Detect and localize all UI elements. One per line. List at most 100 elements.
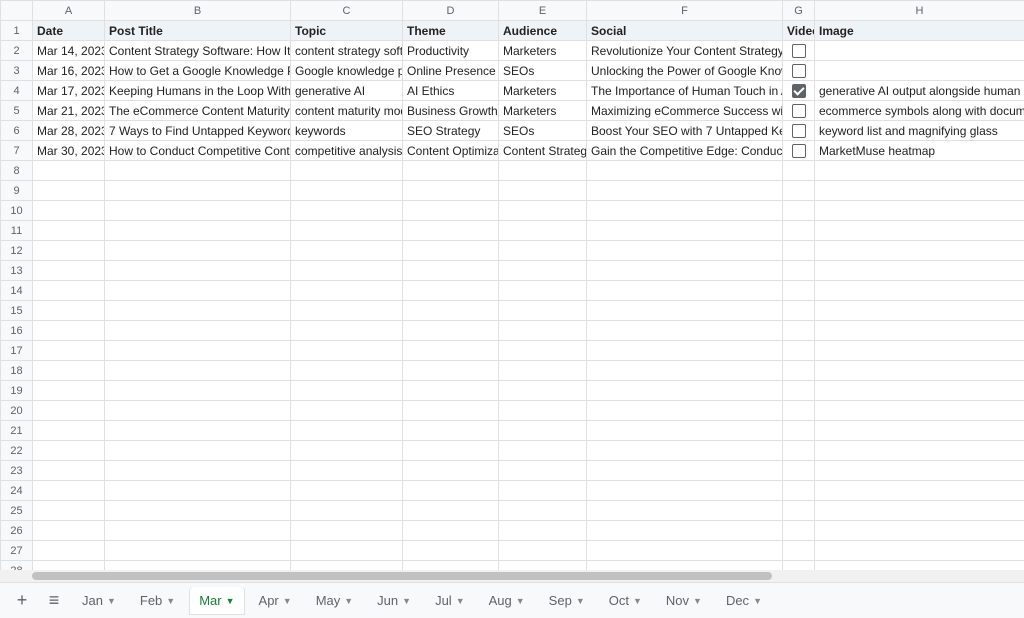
cell[interactable] (783, 361, 815, 381)
cell[interactable] (815, 261, 1024, 281)
cell[interactable] (783, 141, 815, 161)
cell[interactable]: Content Strategists (499, 141, 587, 161)
cell[interactable] (587, 221, 783, 241)
cell[interactable] (499, 481, 587, 501)
cell[interactable] (783, 201, 815, 221)
cell[interactable] (105, 381, 291, 401)
cell[interactable] (291, 181, 403, 201)
cell[interactable] (105, 221, 291, 241)
cell[interactable]: Image (815, 21, 1024, 41)
cell[interactable] (33, 341, 105, 361)
cell[interactable] (291, 241, 403, 261)
cell[interactable]: Business Growth (403, 101, 499, 121)
sheet-tab-nov[interactable]: Nov▼ (656, 587, 712, 615)
cell[interactable] (291, 441, 403, 461)
cell[interactable]: Mar 16, 2023 (33, 61, 105, 81)
cell[interactable] (499, 261, 587, 281)
cell[interactable] (783, 121, 815, 141)
cell[interactable] (499, 421, 587, 441)
cell[interactable] (403, 361, 499, 381)
cell[interactable] (815, 341, 1024, 361)
col-header-A[interactable]: A (33, 1, 105, 21)
cell[interactable] (783, 61, 815, 81)
cell[interactable] (815, 421, 1024, 441)
cell[interactable] (403, 161, 499, 181)
cell[interactable]: Revolutionize Your Content Strategy with… (587, 41, 783, 61)
cell[interactable]: Mar 14, 2023 (33, 41, 105, 61)
cell[interactable]: Maximizing eCommerce Success with the C (587, 101, 783, 121)
row-header[interactable]: 16 (1, 321, 33, 341)
checkbox-icon[interactable] (792, 84, 806, 98)
row-header[interactable]: 23 (1, 461, 33, 481)
cell[interactable]: ecommerce symbols along with document ic… (815, 101, 1024, 121)
cell[interactable] (105, 421, 291, 441)
cell[interactable] (403, 381, 499, 401)
sheet-tab-feb[interactable]: Feb▼ (130, 587, 185, 615)
cell[interactable] (499, 321, 587, 341)
cell[interactable]: Marketers (499, 41, 587, 61)
cell[interactable] (33, 181, 105, 201)
cell[interactable] (33, 241, 105, 261)
cell[interactable]: Topic (291, 21, 403, 41)
cell[interactable]: Mar 17, 2023 (33, 81, 105, 101)
cell[interactable] (783, 401, 815, 421)
all-sheets-button[interactable]: ≡ (40, 587, 68, 615)
cell[interactable] (783, 41, 815, 61)
row-header[interactable]: 13 (1, 261, 33, 281)
grid-area[interactable]: A B C D E F G H 1 Date Post Title Topic … (0, 0, 1024, 570)
cell[interactable] (499, 561, 587, 571)
row-header[interactable]: 28 (1, 561, 33, 571)
sheet-tab-may[interactable]: May▼ (306, 587, 363, 615)
cell[interactable]: Theme (403, 21, 499, 41)
sheet-tab-sep[interactable]: Sep▼ (539, 587, 595, 615)
cell[interactable] (815, 241, 1024, 261)
row-header[interactable]: 19 (1, 381, 33, 401)
cell[interactable]: How to Conduct Competitive Content Anal (105, 141, 291, 161)
row-header[interactable]: 27 (1, 541, 33, 561)
sheet-tab-aug[interactable]: Aug▼ (479, 587, 535, 615)
cell[interactable] (105, 561, 291, 571)
cell[interactable] (815, 361, 1024, 381)
cell[interactable] (587, 441, 783, 461)
cell[interactable] (403, 321, 499, 341)
cell[interactable] (783, 281, 815, 301)
cell[interactable] (783, 521, 815, 541)
cell[interactable] (587, 161, 783, 181)
cell[interactable] (33, 201, 105, 221)
cell[interactable] (815, 61, 1024, 81)
cell[interactable] (783, 341, 815, 361)
cell[interactable] (403, 281, 499, 301)
cell[interactable] (783, 241, 815, 261)
cell[interactable] (587, 361, 783, 381)
cell[interactable]: Video (783, 21, 815, 41)
col-header-G[interactable]: G (783, 1, 815, 21)
checkbox-icon[interactable] (792, 124, 806, 138)
cell[interactable] (499, 401, 587, 421)
row-header[interactable]: 2 (1, 41, 33, 61)
cell[interactable]: Audience (499, 21, 587, 41)
cell[interactable] (403, 541, 499, 561)
cell[interactable] (291, 381, 403, 401)
cell[interactable] (33, 481, 105, 501)
cell[interactable] (815, 221, 1024, 241)
cell[interactable] (587, 561, 783, 571)
cell[interactable] (33, 301, 105, 321)
row-header[interactable]: 5 (1, 101, 33, 121)
cell[interactable]: keywords (291, 121, 403, 141)
row-header[interactable]: 20 (1, 401, 33, 421)
checkbox-icon[interactable] (792, 44, 806, 58)
cell[interactable] (403, 461, 499, 481)
cell[interactable] (291, 281, 403, 301)
cell[interactable] (291, 261, 403, 281)
cell[interactable] (33, 541, 105, 561)
cell[interactable] (33, 221, 105, 241)
sheet-tab-apr[interactable]: Apr▼ (249, 587, 302, 615)
cell[interactable] (403, 521, 499, 541)
cell[interactable]: content strategy software (291, 41, 403, 61)
cell[interactable] (499, 361, 587, 381)
cell[interactable]: Mar 28, 2023 (33, 121, 105, 141)
cell[interactable] (33, 441, 105, 461)
cell[interactable] (403, 561, 499, 571)
col-header-H[interactable]: H (815, 1, 1024, 21)
row-header[interactable]: 26 (1, 521, 33, 541)
